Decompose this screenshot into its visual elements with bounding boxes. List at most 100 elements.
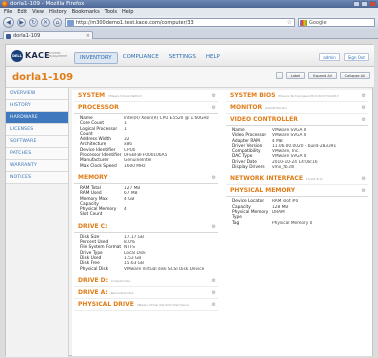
main-nav: INVENTORY COMPLIANCE SETTINGS HELP xyxy=(74,52,225,64)
menu-edit[interactable]: Edit xyxy=(17,8,27,16)
nav-compliance[interactable]: COMPLIANCE xyxy=(118,52,164,64)
section-header[interactable]: PROCESSOR ⚙ xyxy=(74,102,218,114)
menu-bookmarks[interactable]: Bookmarks xyxy=(72,8,100,16)
section-processor: PROCESSOR ⚙ Name Intel(R) Xeon(R) CPU E55… xyxy=(72,102,220,172)
menu-tools[interactable]: Tools xyxy=(105,8,117,16)
gear-icon[interactable]: ⚙ xyxy=(362,114,366,126)
print-button[interactable] xyxy=(275,72,283,79)
sidebar-item-history[interactable]: HISTORY xyxy=(6,100,68,112)
title-row: dorla1-109 Label Expand All Collapse All xyxy=(6,67,374,88)
memory-rows: RAM Total 127 MB RAM Used 67 MB Memory Max… xyxy=(74,184,218,221)
page-actions: Label Expand All Collapse All xyxy=(275,72,370,79)
section-header[interactable]: PHYSICAL DRIVE VMware Virtual disk SCSI … xyxy=(74,299,218,311)
row-key: Display Drivers xyxy=(232,165,265,171)
section-header[interactable]: MONITOR Default Monitor ⚙ xyxy=(226,102,368,114)
forward-button-icon[interactable]: ▶ xyxy=(17,18,26,27)
section-subtitle: Removable Disk xyxy=(110,290,134,295)
search-placeholder: Google xyxy=(309,20,327,26)
gear-icon[interactable]: ⚙ xyxy=(212,299,216,311)
site-identity-icon[interactable] xyxy=(67,20,74,26)
row-key: Physical Disk xyxy=(80,266,109,272)
section-drive-a: DRIVE A: Removable Disk ⚙ xyxy=(72,287,220,299)
table-row: Logical Processor Count 1 xyxy=(80,127,214,138)
gear-icon[interactable]: ⚙ xyxy=(362,90,366,102)
table-row: Memory Max Capacity 4 GB xyxy=(80,197,214,208)
menu-help[interactable]: Help xyxy=(122,8,133,16)
section-header[interactable]: SYSTEM VMware Virtual Platform ⚙ xyxy=(74,90,218,102)
page-viewport: DELL KACE SYSTEMS MANAGEMENT INVENTORY C… xyxy=(0,39,378,358)
back-button-icon[interactable]: ◀ xyxy=(3,17,14,28)
section-physical-drive: PHYSICAL DRIVE VMware Virtual disk SCSI … xyxy=(72,299,220,311)
gear-icon[interactable]: ⚙ xyxy=(362,173,366,185)
sidebar-item-hardware[interactable]: HARDWARE xyxy=(6,112,68,124)
nav-settings[interactable]: SETTINGS xyxy=(164,52,201,64)
gear-icon[interactable]: ⚙ xyxy=(362,185,366,197)
section-title: NETWORK INTERFACE xyxy=(230,175,303,183)
window-controls xyxy=(353,1,376,7)
menu-view[interactable]: View xyxy=(32,8,44,16)
section-system-bios: SYSTEM BIOS Phoenix Technologies LTD 6.0… xyxy=(224,90,370,102)
section-header[interactable]: NETWORK INTERFACE 10.101.6.11 ⚙ xyxy=(226,173,368,186)
browser-nav-bar: ◀ ▶ ↻ ✕ ⌂ http://m300demo1.test.kace.com… xyxy=(0,16,378,29)
row-value: 1 xyxy=(124,126,127,132)
section-subtitle: Compact Disc xyxy=(111,278,131,283)
sidebar-item-software[interactable]: SOFTWARE xyxy=(6,136,68,148)
bookmark-star-icon[interactable]: ☆ xyxy=(287,19,292,27)
section-title: DRIVE D: xyxy=(78,276,109,284)
label-button[interactable]: Label xyxy=(285,72,306,79)
table-row: Physical Memory Type DRAM xyxy=(232,210,364,221)
nav-help[interactable]: HELP xyxy=(201,52,225,64)
sidebar-item-overview[interactable]: OVERVIEW xyxy=(6,88,68,100)
minimize-button[interactable] xyxy=(353,1,360,7)
table-row: Physical Memory Slot Count 4 xyxy=(80,207,214,218)
gear-icon[interactable]: ⚙ xyxy=(362,102,366,114)
expand-all-button[interactable]: Expand All xyxy=(308,72,337,79)
section-title: SYSTEM xyxy=(78,92,106,99)
section-title: SYSTEM BIOS xyxy=(230,92,276,99)
processor-rows: Name Intel(R) Xeon(R) CPU E5520 @ 1.60GHz… xyxy=(74,114,218,172)
menu-history[interactable]: History xyxy=(49,8,67,16)
row-key: Tag xyxy=(232,220,240,226)
sidebar-item-licenses[interactable]: LICENSES xyxy=(6,124,68,136)
section-header[interactable]: DRIVE A: Removable Disk ⚙ xyxy=(74,287,218,299)
section-memory: MEMORY ⚙ RAM Total 127 MB RAM Used 67 MB M… xyxy=(72,172,220,221)
section-header[interactable]: DRIVE C: ⚙ xyxy=(74,221,218,233)
menu-file[interactable]: File xyxy=(4,8,12,16)
collapse-all-button[interactable]: Collapse All xyxy=(339,72,370,79)
gear-icon[interactable]: ⚙ xyxy=(212,221,216,233)
section-header[interactable]: DRIVE D: Compact Disc ⚙ xyxy=(74,275,218,287)
window-title-bar: dorla1-109 - Mozilla Firefox xyxy=(0,0,378,8)
row-key: Physical Memory Type xyxy=(232,209,269,221)
section-title: PHYSICAL DRIVE xyxy=(78,300,134,308)
url-bar[interactable]: http://m300demo1.test.kace.com/computer/… xyxy=(65,18,295,27)
sidebar-item-patches[interactable]: PATCHES xyxy=(6,148,68,160)
gear-icon[interactable]: ⚙ xyxy=(212,275,216,287)
maximize-button[interactable] xyxy=(361,1,368,7)
sidebar-item-notices[interactable]: NOTICES xyxy=(6,172,68,184)
search-input[interactable]: Google xyxy=(298,18,375,27)
stop-icon[interactable]: ✕ xyxy=(41,18,50,27)
gear-icon[interactable]: ⚙ xyxy=(212,172,216,184)
row-value: DRAM xyxy=(272,209,285,215)
nav-inventory[interactable]: INVENTORY xyxy=(74,52,118,64)
sign-out-link[interactable]: Sign Out xyxy=(343,53,369,61)
row-key: Memory Max Capacity xyxy=(80,196,108,207)
reload-icon[interactable]: ↻ xyxy=(29,18,38,27)
close-window-button[interactable] xyxy=(369,1,376,7)
sidebar-item-warranty[interactable]: WARRANTY xyxy=(6,160,68,172)
section-header[interactable]: SYSTEM BIOS Phoenix Technologies LTD 6.0… xyxy=(226,90,368,102)
dell-logo-icon: DELL xyxy=(11,50,23,62)
user-link[interactable]: admin xyxy=(319,53,340,61)
hardware-content: SYSTEM VMware Virtual Platform ⚙ PROCESS… xyxy=(72,90,372,356)
header-links: admin Sign Out xyxy=(319,53,369,61)
browser-tab[interactable]: dorla1-109 × xyxy=(3,31,93,39)
home-icon[interactable]: ⌂ xyxy=(53,18,62,27)
section-header[interactable]: VIDEO CONTROLLER ⚙ xyxy=(226,114,368,126)
gear-icon[interactable]: ⚙ xyxy=(212,287,216,299)
section-header[interactable]: PHYSICAL MEMORY ⚙ xyxy=(226,185,368,198)
section-header[interactable]: MEMORY ⚙ xyxy=(74,172,218,184)
kace-logo[interactable]: DELL KACE SYSTEMS MANAGEMENT xyxy=(11,49,68,63)
logo-tagline: SYSTEMS MANAGEMENT xyxy=(49,52,68,58)
gear-icon[interactable]: ⚙ xyxy=(212,102,216,114)
gear-icon[interactable]: ⚙ xyxy=(212,90,216,102)
